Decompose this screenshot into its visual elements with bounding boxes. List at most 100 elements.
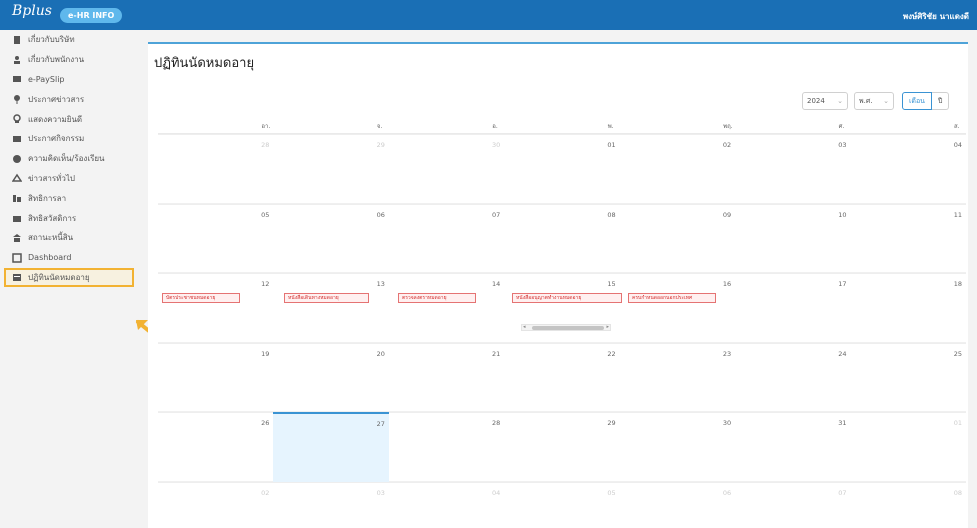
calendar-day-cell[interactable]: 14 [388,273,505,343]
calendar-day-cell[interactable]: 02 [158,481,274,528]
expiry-event[interactable]: หนังสืออนุญาตทำงานหมดอายุ [512,293,622,304]
weekday-label: พฤ. [723,123,733,130]
welfare-icon [12,213,22,223]
day-number: 29 [607,419,616,428]
expiry-event[interactable]: บัตรประชาชนหมดอายุ [162,293,240,304]
calendar-day-cell[interactable]: 29 [504,412,620,482]
calendar-day-cell[interactable]: 05 [158,203,274,274]
weekday-label: อ. [492,123,498,130]
sidebar-item-4[interactable]: แสดงความยินดี [0,109,138,129]
calendar-day-cell[interactable]: 03 [273,481,389,528]
calendar-day-cell[interactable]: 29 [273,134,389,204]
calendar-day-cell[interactable]: 30 [388,134,505,204]
calendar-day-cell[interactable]: 04 [850,134,966,204]
day-number: 18 [953,280,962,289]
day-number: 27 [376,420,385,429]
year-view-button[interactable]: ปี [931,92,950,110]
calendar-day-cell[interactable]: 07 [735,481,851,528]
sidebar-item-3[interactable]: ประกาศข่าวสาร [0,89,138,109]
calendar-day-cell[interactable]: 17 [735,273,851,343]
day-number: 14 [491,280,501,289]
sidebar-item-6[interactable]: ความคิดเห็น/ร้องเรียน [0,149,138,169]
user-menu[interactable]: พงษ์ศิริชัย นาแดงดี [903,10,969,23]
sidebar-item-5[interactable]: ประกาศกิจกรรม [0,129,138,149]
year-value: 2024 [807,97,825,105]
calendar-day-cell[interactable]: 23 [619,342,736,413]
logo[interactable]: Bplus [12,3,52,19]
calendar-day-cell[interactable]: 30 [619,412,736,482]
calendar-day-cell[interactable]: 06 [273,203,389,274]
year-select[interactable]: 2024 ⌄ [802,92,848,110]
horizontal-scrollbar[interactable]: ◂ ▸ [521,324,611,332]
day-number: 07 [838,488,847,497]
sidebar-item-label: เกี่ยวกับบริษัท [28,35,75,45]
calendar-day-cell[interactable]: 07 [388,203,505,274]
weekday-header: อา. จ. อ. พ. พฤ. ศ. ส. [158,114,966,134]
calendar-day-cell[interactable]: 01 [504,134,620,204]
calendar-day-cell[interactable]: 05 [504,481,620,528]
day-number: 06 [722,488,732,497]
calendar-day-cell[interactable]: 04 [388,481,505,528]
calendar-day-cell[interactable]: 10 [735,203,851,274]
calendar-day-cell[interactable]: 27 [273,412,389,482]
expiry-event[interactable]: ตรวจลงตราหมดอายุ [398,293,476,304]
day-number: 26 [261,419,270,428]
day-number: 21 [491,349,501,358]
day-number: 13 [376,280,385,289]
megaphone-icon [12,134,22,144]
calendar-day-cell[interactable]: 22 [504,342,620,413]
calendar-day-cell[interactable]: 13 [273,273,389,343]
sidebar-item-8[interactable]: สิทธิการลา [0,188,138,208]
calendar-day-cell[interactable]: 15 [504,273,620,343]
calendar-day-cell[interactable]: 02 [619,134,736,204]
calendar-day-cell[interactable]: 24 [735,342,851,413]
calendar-day-cell[interactable]: 31 [735,412,851,482]
calendar-day-cell[interactable]: 03 [735,134,851,204]
calendar-day-cell[interactable]: 08 [850,481,966,528]
calendar-day-cell[interactable]: 21 [388,342,505,413]
sidebar-item-2[interactable]: e-PaySlip [0,70,138,90]
era-select[interactable]: พ.ศ. ⌄ [854,92,894,110]
sidebar-item-10[interactable]: สถานะหนี้สิน [0,228,138,248]
calendar-day-cell[interactable]: 16 [619,273,736,343]
sidebar-item-9[interactable]: สิทธิสวัสดิการ [0,208,138,228]
calendar-day-cell[interactable]: 26 [158,412,274,482]
calendar-day-cell[interactable]: 25 [850,342,966,413]
weekday-label: จ. [376,123,383,130]
calendar-day-cell[interactable]: 11 [850,203,966,274]
sidebar-item-7[interactable]: ข่าวสารทั่วไป [0,169,138,189]
calendar-day-cell[interactable]: 28 [158,134,274,204]
calendar-day-cell[interactable]: 08 [504,203,620,274]
scroll-right-icon[interactable]: ▸ [606,324,609,330]
day-number: 02 [261,488,270,497]
month-view-button[interactable]: เดือน [902,92,932,110]
sidebar-item-0[interactable]: เกี่ยวกับบริษัท [0,30,138,50]
expiry-event[interactable]: หนังสือเดินทางหมดอายุ [284,293,369,304]
sidebar-item-1[interactable]: เกี่ยวกับพนักงาน [0,50,138,70]
day-number: 15 [607,280,616,289]
calendar-day-cell[interactable]: 20 [273,342,389,413]
era-value: พ.ศ. [859,96,873,105]
day-number: 10 [838,210,847,219]
expiry-event[interactable]: ครบกำหนดออกนอกประเทศ [628,293,716,304]
sidebar-item-label: ประกาศข่าวสาร [28,94,85,104]
calendar-day-cell[interactable]: 18 [850,273,966,343]
calendar-day-cell[interactable]: 01 [850,412,966,482]
calendar-day-cell[interactable]: 19 [158,342,274,413]
sidebar-item-label: เกี่ยวกับพนักงาน [28,55,85,65]
calendar-day-cell[interactable]: 12 [158,273,274,343]
day-number: 01 [953,419,962,428]
sidebar-item-12[interactable]: ปฏิทินนัดหมดอายุ [4,267,134,288]
sidebar-item-label: ข่าวสารทั่วไป [28,173,75,183]
calendar-day-cell[interactable]: 28 [388,412,505,482]
calendar-icon [12,272,22,282]
scroll-left-icon[interactable]: ◂ [523,324,526,330]
scroll-thumb[interactable] [532,326,604,331]
day-number: 01 [607,141,616,149]
day-number: 25 [953,349,962,358]
day-number: 29 [376,141,385,149]
sidebar-item-11[interactable]: Dashboard [0,248,138,268]
calendar-day-cell[interactable]: 09 [619,203,736,274]
payslip-icon [12,74,22,84]
calendar-day-cell[interactable]: 06 [619,481,736,528]
